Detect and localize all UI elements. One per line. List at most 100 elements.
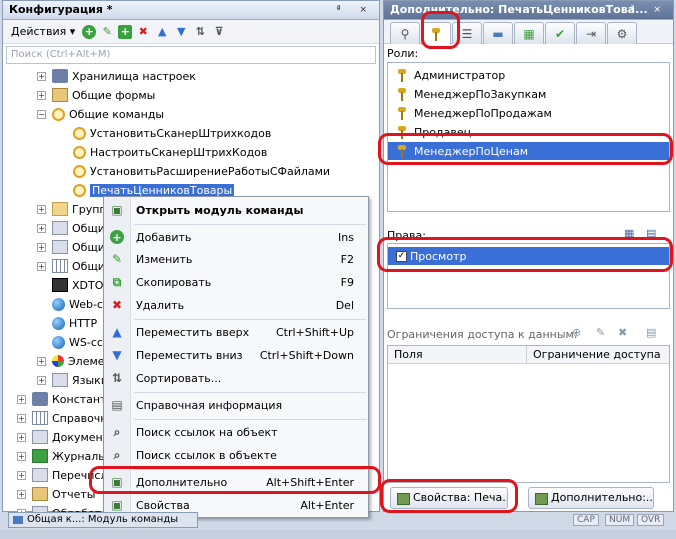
key-icon bbox=[398, 106, 406, 120]
tree-item-catalogs[interactable]: + Справочн bbox=[17, 409, 108, 427]
sort-icon[interactable]: ⇅ bbox=[192, 24, 208, 40]
list-view-icon[interactable]: ▤ bbox=[646, 227, 656, 240]
tab-interface[interactable]: ▬ bbox=[483, 22, 513, 44]
expand-icon[interactable]: + bbox=[37, 71, 46, 81]
menu-find-refs-to-object[interactable]: ⌕ Поиск ссылок на объект bbox=[104, 421, 368, 443]
tab-additional[interactable]: Дополнительно:... bbox=[528, 487, 654, 509]
menu-edit[interactable]: ✎ Изменить F2 bbox=[104, 248, 368, 270]
num-indicator: NUM bbox=[605, 514, 635, 526]
expand-icon[interactable]: + bbox=[37, 356, 46, 366]
tree-item-settings-storages[interactable]: + Хранилища настроек bbox=[37, 67, 196, 85]
interface-icon: ▬ bbox=[492, 26, 504, 41]
edit-icon[interactable]: ✎ bbox=[99, 24, 115, 40]
tree-item-common-forms[interactable]: + Общие формы bbox=[37, 86, 155, 104]
tree-item-style-elements[interactable]: + Элеме bbox=[37, 352, 105, 370]
tree-item-languages[interactable]: + Языки bbox=[37, 371, 108, 389]
tab-functional-options[interactable]: ☰ bbox=[452, 22, 482, 44]
right-item-view[interactable]: ✓ Просмотр bbox=[388, 247, 669, 265]
tree-item-command[interactable]: УстановитьСканерШтрихкодов bbox=[73, 124, 271, 142]
tree-item-web-services[interactable]: Web-с bbox=[52, 295, 103, 313]
tab-roles[interactable] bbox=[421, 22, 451, 45]
gear-icon: ⚙ bbox=[616, 26, 628, 41]
tree-item-journals[interactable]: + Журналы bbox=[17, 447, 107, 465]
expand-icon[interactable]: + bbox=[37, 242, 46, 252]
tab-subsystems[interactable]: ⚲ bbox=[390, 22, 420, 44]
role-item[interactable]: МенеджерПоЗакупкам bbox=[388, 85, 669, 103]
move-down-icon[interactable]: ▼ bbox=[173, 24, 189, 40]
tree-item-xdto[interactable]: XDTO bbox=[52, 276, 103, 294]
expand-icon[interactable]: + bbox=[17, 432, 26, 442]
tab-settings[interactable]: ⚙ bbox=[607, 22, 637, 44]
rights-list: ✓ Просмотр bbox=[387, 243, 670, 309]
menu-open-command-module[interactable]: ▣ Открыть модуль команды bbox=[104, 199, 368, 221]
expand-icon[interactable]: + bbox=[17, 470, 26, 480]
delete-icon: ✖ bbox=[111, 298, 123, 312]
edit-icon[interactable]: ✎ bbox=[596, 326, 605, 339]
expand-icon[interactable]: + bbox=[37, 223, 46, 233]
role-item[interactable]: МенеджерПоПродажам bbox=[388, 104, 669, 122]
role-item[interactable]: Администратор bbox=[388, 66, 669, 84]
expand-icon[interactable]: + bbox=[17, 413, 26, 423]
filter-icon[interactable]: ⊽ bbox=[211, 24, 227, 40]
add-icon[interactable]: + bbox=[82, 24, 97, 39]
tree-item-http-services[interactable]: HTTP bbox=[52, 314, 97, 332]
menu-separator bbox=[134, 224, 366, 225]
menu-copy[interactable]: ⧉ Скопировать F9 bbox=[104, 271, 368, 293]
tree-item-common-commands[interactable]: − Общие команды bbox=[37, 105, 164, 123]
tree-item-ws-links[interactable]: WS-сс bbox=[52, 333, 103, 351]
delete-icon[interactable]: ✖ bbox=[135, 24, 151, 40]
grid-view-icon[interactable]: ▦ bbox=[624, 227, 634, 240]
menu-sort[interactable]: ⇅ Сортировать... bbox=[104, 367, 368, 389]
menu-move-down[interactable]: ▼ Переместить вниз Ctrl+Shift+Down bbox=[104, 344, 368, 366]
actions-menu-button[interactable]: Действия ▾ bbox=[11, 25, 75, 38]
enum-icon bbox=[32, 468, 48, 482]
window-tab-command-module[interactable]: Общая к...: Модуль команды bbox=[8, 512, 198, 528]
view-checkbox[interactable]: ✓ bbox=[396, 250, 407, 262]
copy-icon[interactable]: + bbox=[118, 24, 133, 39]
tree-item-documents[interactable]: + Докумен bbox=[17, 428, 103, 446]
tree-item-enums[interactable]: + Перечисл bbox=[17, 466, 108, 484]
tree-item-reports[interactable]: + Отчеты bbox=[17, 485, 95, 503]
globe-icon bbox=[52, 297, 65, 311]
menu-add[interactable]: + Добавить Ins bbox=[104, 226, 368, 248]
tree-item-command[interactable]: НастроитьСканерШтрихКодов bbox=[73, 143, 267, 161]
add-icon[interactable]: ⊕ bbox=[572, 326, 581, 339]
panel-window-buttons[interactable]: ª × bbox=[630, 1, 669, 19]
menu-help-info[interactable]: ▤ Справочная информация bbox=[104, 394, 368, 416]
tab-export[interactable]: ⇥ bbox=[576, 22, 606, 44]
column-fields[interactable]: Поля bbox=[388, 346, 527, 364]
expand-icon[interactable]: + bbox=[37, 375, 46, 385]
tree-item-common[interactable]: + Общи bbox=[37, 257, 105, 275]
tab-check[interactable]: ✔ bbox=[545, 22, 575, 44]
tree-item-common[interactable]: + Общи bbox=[37, 238, 105, 256]
menu-separator bbox=[134, 392, 366, 393]
expand-icon[interactable]: + bbox=[37, 261, 46, 271]
tab-structure[interactable]: ▦ bbox=[514, 22, 544, 44]
role-item[interactable]: Продавец bbox=[388, 123, 669, 141]
tree-search-input[interactable]: Поиск (Ctrl+Alt+M) bbox=[6, 46, 376, 64]
role-item-selected[interactable]: МенеджерПоЦенам bbox=[388, 142, 669, 160]
column-access-restriction[interactable]: Ограничение доступа bbox=[527, 346, 669, 364]
menu-additional[interactable]: ▣ Дополнительно Alt+Shift+Enter bbox=[104, 471, 368, 493]
const-icon bbox=[32, 392, 48, 406]
tree-item-group[interactable]: + Групп bbox=[37, 200, 107, 218]
table-icon[interactable]: ▤ bbox=[646, 326, 656, 339]
expand-icon[interactable]: + bbox=[37, 204, 46, 214]
menu-move-up[interactable]: ▲ Переместить вверх Ctrl+Shift+Up bbox=[104, 321, 368, 343]
panel-window-buttons[interactable]: ª × bbox=[336, 1, 375, 19]
tree-item-command[interactable]: УстановитьРасширениеРаботыСФайлами bbox=[73, 162, 330, 180]
report-icon bbox=[32, 487, 48, 501]
expand-icon[interactable]: + bbox=[17, 451, 26, 461]
tree-item-constants[interactable]: + Констант bbox=[17, 390, 107, 408]
expand-icon[interactable]: + bbox=[17, 394, 26, 404]
delete-icon[interactable]: ✖ bbox=[618, 326, 627, 339]
tab-properties[interactable]: Свойства: Печа... bbox=[390, 487, 508, 509]
menu-delete[interactable]: ✖ Удалить Del bbox=[104, 294, 368, 316]
move-up-icon[interactable]: ▲ bbox=[154, 24, 170, 40]
command-icon bbox=[73, 164, 86, 178]
expand-icon[interactable]: + bbox=[37, 90, 46, 100]
tree-item-common[interactable]: + Общи bbox=[37, 219, 105, 237]
menu-find-refs-in-object[interactable]: ⌕ Поиск ссылок в объекте bbox=[104, 444, 368, 466]
collapse-icon[interactable]: − bbox=[37, 109, 46, 119]
expand-icon[interactable]: + bbox=[17, 489, 26, 499]
